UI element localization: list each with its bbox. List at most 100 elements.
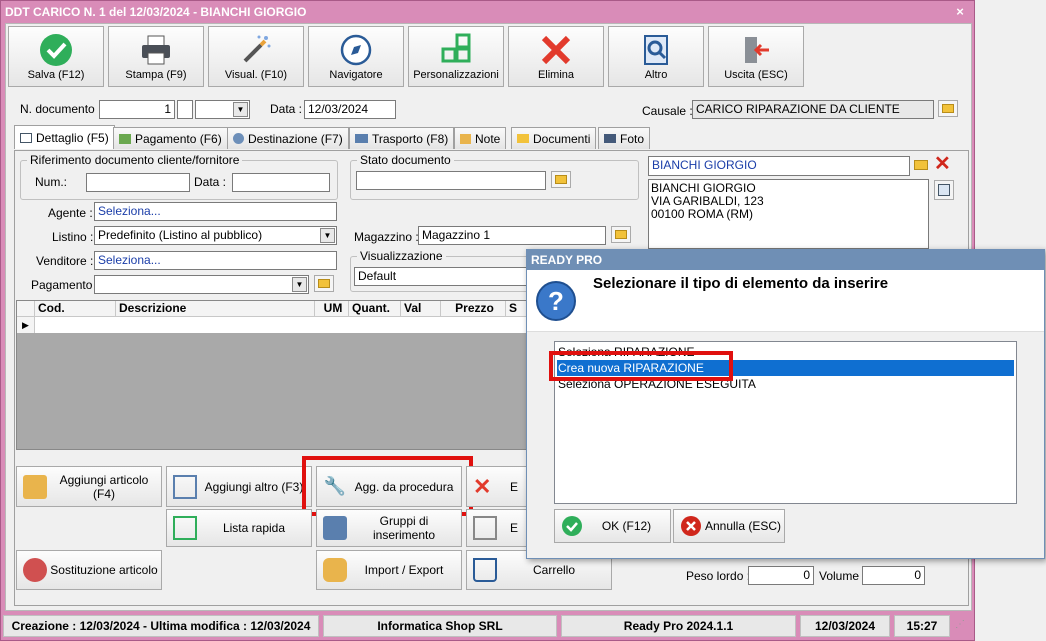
venditore-input[interactable]: Seleziona... — [94, 251, 337, 270]
print-button[interactable]: Stampa (F9) — [108, 26, 204, 87]
listino-select[interactable]: Predefinito (Listino al pubblico) ▼ — [94, 226, 337, 245]
volume-input[interactable]: 0 — [862, 566, 925, 585]
stato-input[interactable] — [356, 171, 546, 190]
select-type-dialog: READY PRO ? Selezionare il tipo di eleme… — [526, 249, 1045, 559]
tab-strip: Dettaglio (F5) Pagamento (F6) Destinazio… — [14, 125, 969, 151]
add-article-button[interactable]: Aggiungi articolo (F4) — [16, 466, 162, 507]
svg-text:?: ? — [548, 286, 564, 316]
printer-icon — [142, 35, 170, 65]
items-grid[interactable]: Cod. Descrizione UM Quant. Val Prezzo S … — [16, 300, 532, 450]
date-input[interactable]: 12/03/2024 — [304, 100, 396, 119]
stato-title: Stato documento — [357, 153, 454, 167]
quick-list-label: Lista rapida — [222, 521, 286, 535]
causale-folder-button[interactable] — [938, 100, 958, 117]
resize-grip-icon[interactable]: ⋰ — [955, 619, 969, 633]
save-button[interactable]: Salva (F12) — [8, 26, 104, 87]
insert-groups-button[interactable]: Gruppi di inserimento — [316, 509, 462, 547]
add-other-button[interactable]: Aggiungi altro (F3) — [166, 466, 312, 507]
add-article-label: Aggiungi articolo (F4) — [59, 472, 149, 501]
table-row[interactable] — [35, 317, 532, 333]
other-button[interactable]: Altro — [608, 26, 704, 87]
tab-trasporto[interactable]: Trasporto (F8) — [349, 127, 455, 149]
preview-button[interactable]: Visual. (F10) — [208, 26, 304, 87]
database-icon — [323, 558, 347, 582]
status-version: Ready Pro 2024.1.1 — [561, 615, 796, 637]
grid-col-prezzo[interactable]: Prezzo — [441, 301, 506, 317]
folder-icon — [318, 279, 330, 288]
ref-date-input[interactable] — [232, 173, 330, 192]
grid-col-quant[interactable]: Quant. — [349, 301, 401, 317]
ndoc-series-select[interactable]: ▼ — [195, 100, 250, 119]
dialog-title: READY PRO — [527, 250, 1044, 270]
causale-field[interactable]: CARICO RIPARAZIONE DA CLIENTE — [692, 100, 934, 119]
check-icon — [40, 34, 72, 66]
ref-date-label: Data : — [194, 175, 227, 189]
preview-label: Visual. (F10) — [224, 69, 288, 81]
replace-article-label: Sostituzione articolo — [50, 563, 158, 577]
stato-folder-button[interactable] — [551, 171, 571, 188]
tab-pagamento[interactable]: Pagamento (F6) — [113, 127, 228, 149]
replace-article-button[interactable]: Sostituzione articolo — [16, 550, 162, 590]
grid-col-cod[interactable]: Cod. — [35, 301, 116, 317]
tab-documenti[interactable]: Documenti — [511, 127, 597, 149]
tab-label: Destinazione (F7) — [248, 131, 343, 146]
globe-icon — [233, 133, 244, 144]
peso-lordo-input[interactable]: 0 — [748, 566, 814, 585]
other-label: Altro — [644, 69, 668, 81]
magic-wand-icon — [243, 35, 271, 63]
money-icon — [119, 133, 131, 144]
causale-label: Causale : — [642, 104, 693, 118]
exit-door-icon — [745, 37, 769, 63]
ndoc-input[interactable]: 1 — [99, 100, 175, 119]
pagamento-select[interactable]: ▼ — [94, 275, 309, 294]
tab-note[interactable]: Note — [454, 127, 507, 149]
close-button[interactable]: × — [952, 1, 968, 23]
exit-button[interactable]: Uscita (ESC) — [708, 26, 804, 87]
customer-folder-button[interactable] — [914, 158, 930, 172]
status-date: 12/03/2024 — [800, 615, 890, 637]
extra-button[interactable]: E — [466, 509, 532, 547]
import-export-label: Import / Export — [364, 563, 444, 577]
tab-foto[interactable]: Foto — [598, 127, 651, 149]
ok-button[interactable]: OK (F12) — [554, 509, 671, 543]
compass-icon — [340, 34, 372, 66]
customer-name-field[interactable]: BIANCHI GIORGIO — [648, 156, 910, 176]
cancel-label: Annulla (ESC) — [704, 519, 782, 533]
ndoc-suffix-input[interactable] — [177, 100, 193, 119]
visualizzazione-title: Visualizzazione — [357, 249, 446, 263]
grid-col-um[interactable]: UM — [315, 301, 349, 317]
dialog-message: Selezionare il tipo di elemento da inser… — [593, 275, 889, 292]
folder-icon — [517, 134, 529, 143]
tab-label: Dettaglio (F5) — [36, 130, 109, 145]
table-icon — [20, 132, 32, 143]
add-from-procedure-button[interactable]: 🔧 Agg. da procedura — [316, 466, 462, 507]
grid-col-val[interactable]: Val — [401, 301, 441, 317]
remove-button[interactable]: ✕ E — [466, 466, 532, 507]
magazzino-folder-button[interactable] — [611, 226, 631, 243]
customize-label: Personalizzazioni — [413, 69, 499, 81]
row-indicator-icon: ▶ — [17, 317, 35, 333]
group-icon — [323, 516, 347, 540]
tab-destinazione[interactable]: Destinazione (F7) — [227, 127, 349, 149]
tab-label: Foto — [620, 131, 645, 146]
tab-dettaglio[interactable]: Dettaglio (F5) — [14, 125, 115, 149]
agente-input[interactable]: Seleziona... — [94, 202, 337, 221]
date-label: Data : — [270, 102, 303, 116]
customer-clear-button[interactable]: ✕ — [934, 154, 952, 175]
visualizzazione-select[interactable]: Default — [354, 267, 536, 286]
grid-col-descrizione[interactable]: Descrizione — [116, 301, 315, 317]
cancel-button[interactable]: Annulla (ESC) — [673, 509, 785, 543]
edit-address-button[interactable] — [934, 180, 954, 200]
navigator-button[interactable]: Navigatore — [308, 26, 404, 87]
list-icon — [173, 474, 197, 499]
status-company: Informatica Shop SRL — [323, 615, 557, 637]
magazzino-input[interactable]: Magazzino 1 — [418, 226, 606, 245]
check-icon — [562, 516, 582, 536]
delete-button[interactable]: Elimina — [508, 26, 604, 87]
customer-address-box[interactable]: BIANCHI GIORGIO VIA GARIBALDI, 123 00100… — [648, 179, 929, 249]
quick-list-button[interactable]: Lista rapida — [166, 509, 312, 547]
num-input[interactable] — [86, 173, 190, 192]
pagamento-folder-button[interactable] — [314, 275, 334, 292]
customize-button[interactable]: Personalizzazioni — [408, 26, 504, 87]
import-export-button[interactable]: Import / Export — [316, 550, 462, 590]
